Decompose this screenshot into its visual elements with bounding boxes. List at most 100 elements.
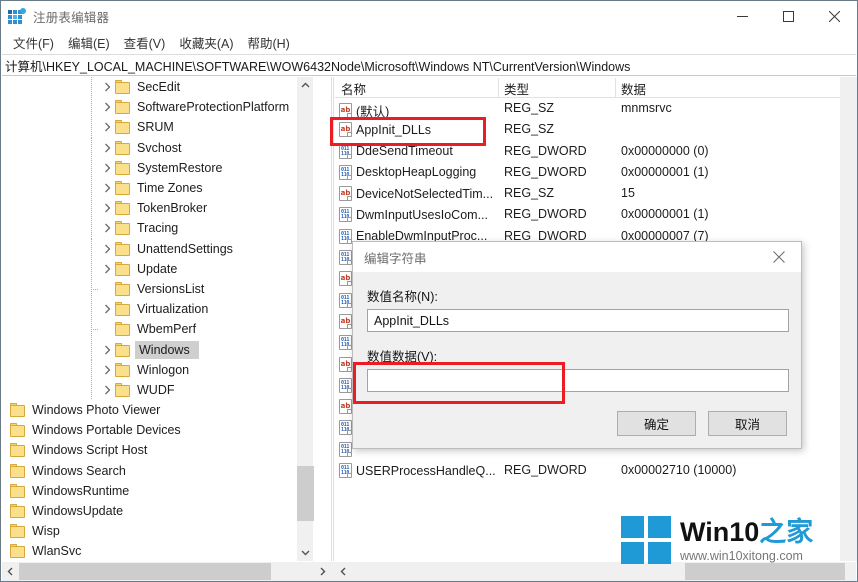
table-row[interactable]: 011 110 DesktopHeapLogging REG_DWORD 0x00000…	[335, 162, 857, 183]
chevron-right-icon[interactable]	[99, 342, 115, 358]
minimize-button[interactable]	[719, 1, 765, 31]
list-vertical-scrollbar[interactable]	[840, 77, 857, 561]
folder-icon	[115, 322, 132, 337]
chevron-right-icon[interactable]	[99, 200, 115, 216]
tree-node[interactable]: Svchost	[2, 137, 313, 158]
tree-vertical-scrollbar[interactable]	[296, 77, 314, 561]
tree-node[interactable]: SecEdit	[2, 77, 313, 98]
tree-connector	[83, 97, 99, 118]
scroll-up-icon[interactable]	[297, 77, 314, 94]
tree-node[interactable]: Virtualization	[2, 299, 313, 320]
table-row[interactable]: 011 110 DwmInputUsesIoCom... REG_DWORD 0x000…	[335, 204, 857, 225]
scroll-down-icon[interactable]	[297, 544, 314, 561]
tree-node[interactable]: Wisp	[2, 521, 313, 541]
maximize-button[interactable]	[765, 1, 811, 31]
tree-scroll-thumb[interactable]	[297, 466, 314, 521]
table-row[interactable]: ab (默认) REG_SZ mnmsrvc	[335, 98, 857, 119]
tree-connector	[83, 177, 99, 199]
folder-icon	[10, 403, 27, 418]
tree-node[interactable]: TokenBroker	[2, 198, 313, 219]
chevron-right-icon[interactable]	[99, 261, 115, 277]
dialog-close-button[interactable]	[757, 242, 801, 272]
tree-node-label: Winlogon	[137, 362, 190, 377]
tree-node-label: WindowsRuntime	[32, 483, 130, 498]
scroll-left-icon[interactable]	[2, 562, 19, 581]
tree-hscroll-thumb[interactable]	[19, 563, 271, 580]
folder-icon	[115, 140, 132, 155]
table-row[interactable]: ab AppInit_DLLs REG_SZ	[335, 119, 857, 140]
chevron-right-icon[interactable]	[99, 301, 115, 317]
tree-node[interactable]: Update	[2, 258, 313, 280]
dialog-title: 编辑字符串	[364, 251, 427, 266]
value-type-cell: REG_SZ	[504, 101, 555, 115]
value-name-text: (默认)	[356, 105, 390, 119]
cancel-button[interactable]: 取消	[708, 411, 787, 436]
chevron-right-icon[interactable]	[99, 79, 115, 95]
tree-node[interactable]: SoftwareProtectionPlatform	[2, 97, 313, 118]
chevron-right-icon[interactable]	[99, 119, 115, 135]
tree-node[interactable]: SRUM	[2, 117, 313, 138]
column-header-type[interactable]: 类型	[498, 79, 529, 98]
column-header-data[interactable]: 数据	[615, 79, 646, 98]
table-row[interactable]: 011 110 DdeSendTimeout REG_DWORD 0x00000000 …	[335, 141, 857, 162]
tree-node[interactable]: Windows	[2, 339, 313, 360]
folder-icon	[10, 524, 27, 539]
folder-icon	[10, 443, 27, 458]
menu-file[interactable]: 文件(F)	[8, 31, 63, 54]
tree-node[interactable]: UnattendSettings	[2, 238, 313, 259]
pane-splitter[interactable]	[331, 77, 334, 561]
scroll-right-icon[interactable]	[314, 562, 331, 581]
address-bar[interactable]: 计算机\HKEY_LOCAL_MACHINE\SOFTWARE\WOW6432N…	[2, 54, 856, 76]
menu-help[interactable]: 帮助(H)	[242, 31, 298, 54]
tree-node[interactable]: WUDF	[2, 379, 313, 401]
tree-node[interactable]: WindowsUpdate	[2, 501, 313, 521]
registry-tree[interactable]: SecEdit SoftwareProtectionPlatform SRUM Svc…	[2, 77, 313, 561]
menu-view[interactable]: 查看(V)	[119, 31, 175, 54]
chevron-right-icon[interactable]	[99, 220, 115, 236]
chevron-right-icon[interactable]	[99, 180, 115, 196]
string-value-icon: ab	[339, 122, 352, 138]
tree-node[interactable]: Windows Search	[2, 461, 313, 481]
ok-button[interactable]: 确定	[617, 411, 696, 436]
tree-node[interactable]: WindowsRuntime	[2, 481, 313, 501]
tree-node-label: SystemRestore	[137, 160, 223, 175]
tree-node[interactable]: Time Zones	[2, 177, 313, 199]
chevron-right-icon[interactable]	[99, 140, 115, 156]
chevron-right-icon[interactable]	[99, 362, 115, 378]
list-scroll-left-icon[interactable]	[335, 562, 352, 581]
folder-icon	[10, 483, 27, 498]
chevron-right-icon[interactable]	[99, 160, 115, 176]
chevron-right-icon[interactable]	[99, 241, 115, 257]
tree-node[interactable]: VersionsList	[2, 278, 313, 300]
table-row[interactable]: ab DeviceNotSelectedTim... REG_SZ 15	[335, 183, 857, 204]
tree-node[interactable]: WbemPerf	[2, 319, 313, 340]
tree-node[interactable]: WlanSvc	[2, 541, 313, 561]
chevron-right-icon[interactable]	[99, 99, 115, 115]
tree-node-label: SecEdit	[137, 80, 181, 95]
tree-node[interactable]: Windows Script Host	[2, 440, 313, 460]
value-data-input[interactable]	[367, 369, 789, 392]
menu-edit[interactable]: 编辑(E)	[63, 31, 119, 54]
column-header-name[interactable]: 名称	[335, 79, 366, 98]
folder-icon	[115, 201, 132, 216]
tree-node[interactable]: Tracing	[2, 218, 313, 239]
menu-favorites[interactable]: 收藏夹(A)	[174, 31, 242, 54]
tree-horizontal-scrollbar[interactable]	[2, 562, 331, 581]
value-name-input[interactable]: AppInit_DLLs	[367, 309, 789, 332]
close-button[interactable]	[811, 1, 857, 31]
value-name-text: DesktopHeapLogging	[356, 165, 477, 180]
tree-node-label: Time Zones	[137, 181, 203, 196]
dword-value-icon: 011 110	[339, 164, 352, 180]
table-row[interactable]: 011 110 USERProcessHandleQ... REG_DWORD 0x00…	[335, 460, 857, 481]
dialog-body: 数值名称(N): AppInit_DLLs 数值数据(V):	[353, 286, 801, 392]
dword-value-icon: 011 110	[339, 292, 352, 308]
tree-node-label: TokenBroker	[137, 201, 208, 216]
tree-node[interactable]: Winlogon	[2, 359, 313, 381]
chevron-right-icon[interactable]	[99, 382, 115, 398]
watermark-brand-cn: 之家	[759, 517, 814, 547]
tree-node-label: WlanSvc	[32, 544, 82, 559]
tree-node[interactable]: Windows Portable Devices	[2, 420, 313, 440]
tree-node[interactable]: SystemRestore	[2, 157, 313, 179]
tree-node[interactable]: Windows Photo Viewer	[2, 400, 313, 420]
folder-icon	[115, 100, 132, 115]
